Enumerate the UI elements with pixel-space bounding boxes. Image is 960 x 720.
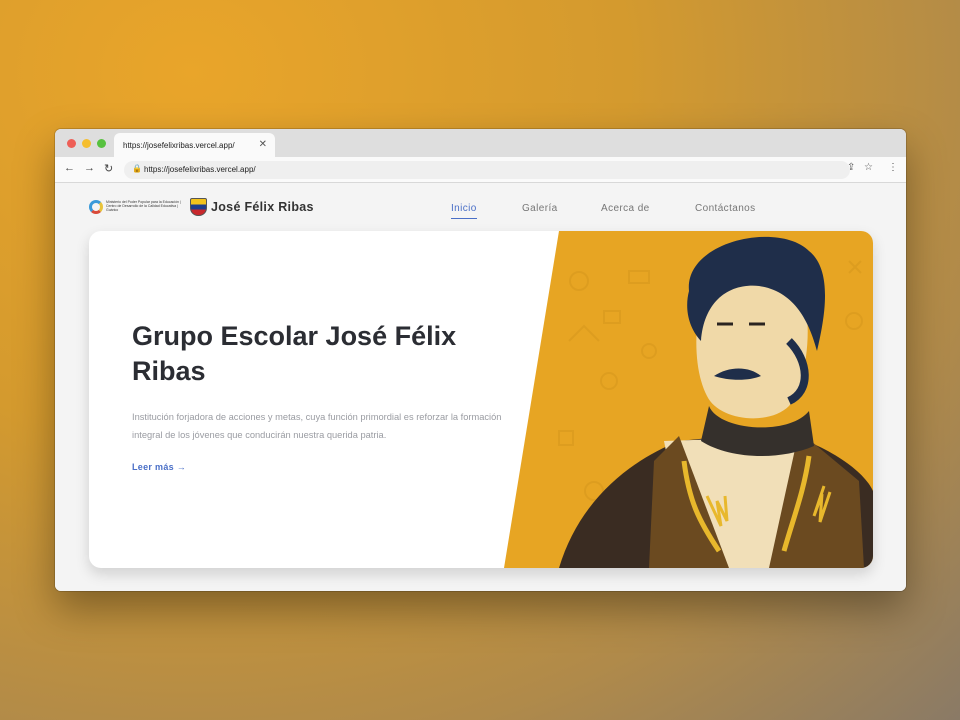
maximize-window-dot[interactable]: [97, 139, 106, 148]
tab-bar: https://josefelixribas.vercel.app/ ✕: [55, 129, 906, 157]
url-field[interactable]: 🔒 https://josefelixribas.vercel.app/: [124, 161, 850, 179]
hero-title: Grupo Escolar José Félix Ribas: [132, 321, 457, 386]
close-tab-icon[interactable]: ✕: [259, 139, 267, 150]
site-brand[interactable]: José Félix Ribas: [211, 200, 314, 214]
hero-description: Institución forjadora de acciones y meta…: [132, 412, 502, 440]
hero-illustration: [504, 231, 873, 568]
address-bar: ← → ↻ 🔒 https://josefelixribas.vercel.ap…: [55, 157, 906, 183]
nav-inicio[interactable]: Inicio: [451, 203, 477, 219]
menu-icon[interactable]: ⋮: [888, 162, 898, 173]
forward-icon[interactable]: →: [84, 162, 95, 174]
share-icon[interactable]: ⇪: [847, 162, 855, 173]
close-window-dot[interactable]: [67, 139, 76, 148]
minimize-window-dot[interactable]: [82, 139, 91, 148]
nav-acerca[interactable]: Acerca de: [601, 203, 650, 214]
school-shield-icon: [190, 198, 207, 216]
hero-section: Grupo Escolar José Félix Ribas Instituci…: [89, 231, 873, 568]
ministry-logo-text: Ministerio del Poder Popular para la Edu…: [106, 200, 181, 212]
lock-icon: 🔒: [132, 164, 142, 173]
browser-tab[interactable]: https://josefelixribas.vercel.app/ ✕: [114, 133, 275, 157]
nav-galeria[interactable]: Galería: [522, 203, 558, 214]
ministry-logo: Ministerio del Poder Popular para la Edu…: [89, 198, 185, 216]
star-icon[interactable]: ☆: [864, 162, 873, 173]
nav-contactanos[interactable]: Contáctanos: [695, 203, 756, 214]
read-more-link[interactable]: Leer más →: [132, 462, 186, 472]
back-icon[interactable]: ←: [64, 162, 75, 174]
website: Ministerio del Poder Popular para la Edu…: [55, 183, 906, 591]
tab-title: https://josefelixribas.vercel.app/: [123, 141, 235, 150]
reload-icon[interactable]: ↻: [104, 162, 113, 175]
url-text: https://josefelixribas.vercel.app/: [144, 165, 256, 174]
browser-window: https://josefelixribas.vercel.app/ ✕ ← →…: [55, 129, 906, 591]
ministry-logo-icon: [89, 200, 103, 214]
